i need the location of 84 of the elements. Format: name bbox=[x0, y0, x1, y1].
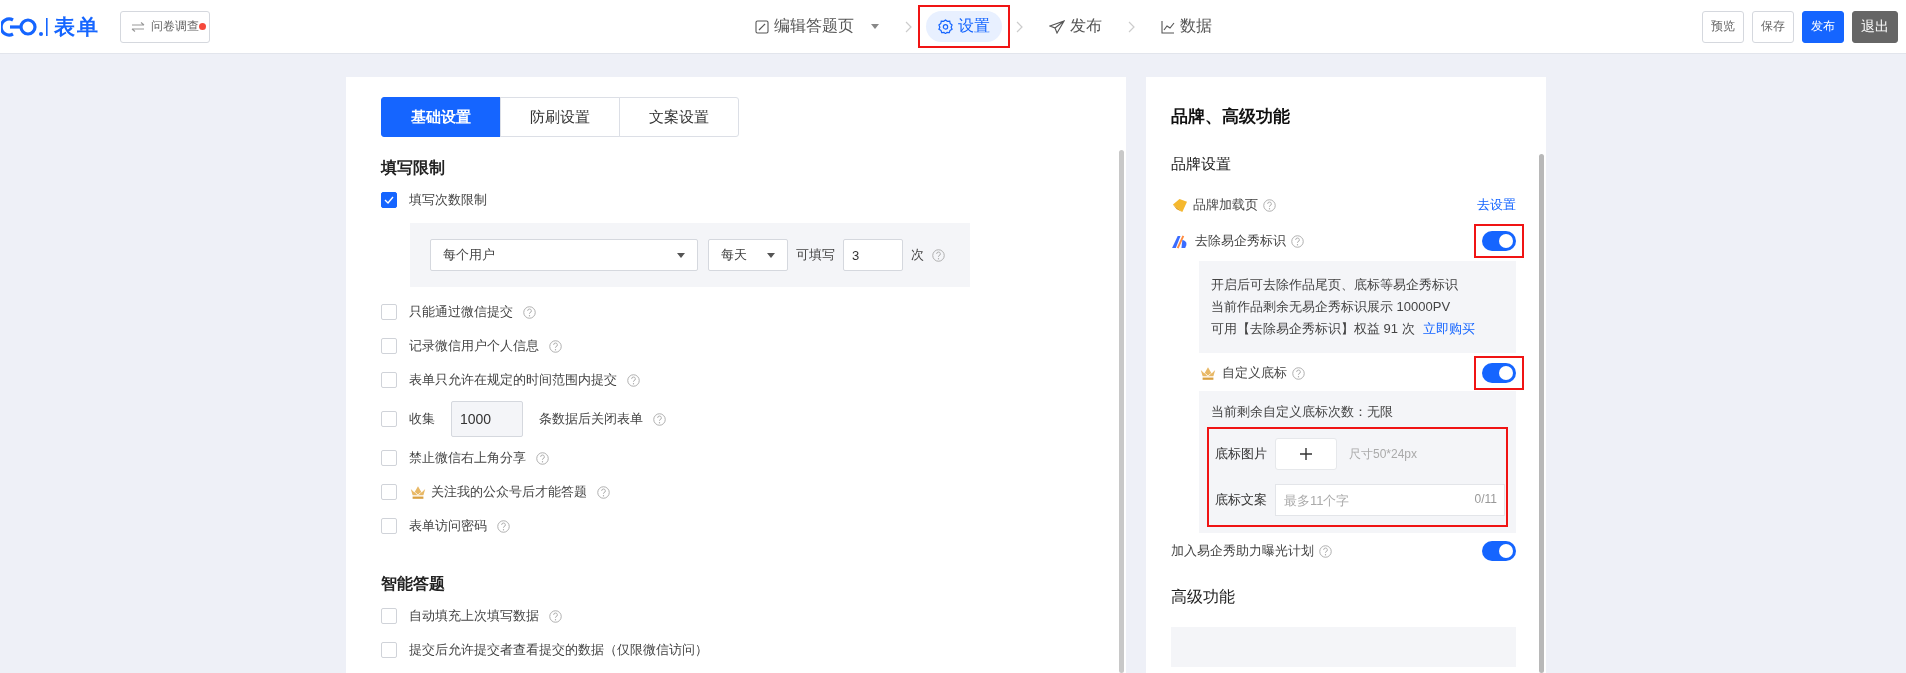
caret-icon bbox=[767, 252, 775, 258]
help-icon[interactable] bbox=[597, 485, 610, 499]
section-title: 高级功能 bbox=[1171, 587, 1236, 607]
option-label: 去除易企秀标识 bbox=[1195, 232, 1286, 250]
paper-plane-icon bbox=[1049, 19, 1065, 34]
logo-icon bbox=[1, 15, 49, 38]
option-label: 提交后允许提交者查看提交的数据（仅限微信访问） bbox=[409, 641, 708, 659]
section-title: 品牌设置 bbox=[1171, 155, 1232, 174]
option-label: 收集 bbox=[409, 410, 435, 428]
toggle-switch[interactable] bbox=[1482, 541, 1516, 561]
chevron-right-icon bbox=[1128, 20, 1135, 33]
help-icon[interactable] bbox=[1319, 544, 1332, 558]
help-icon[interactable] bbox=[1263, 198, 1276, 212]
help-icon[interactable] bbox=[1291, 234, 1304, 248]
checkbox[interactable] bbox=[381, 192, 397, 208]
help-icon[interactable] bbox=[497, 519, 510, 533]
settings-icon bbox=[938, 19, 953, 34]
option-label: 记录微信用户个人信息 bbox=[409, 337, 539, 355]
buy-now-link[interactable]: 立即购买 bbox=[1422, 318, 1475, 340]
scrollbar[interactable] bbox=[1119, 150, 1124, 673]
settings-tab[interactable]: 防刷设置 bbox=[500, 97, 620, 137]
option-label: 自动填充上次填写数据 bbox=[409, 607, 539, 625]
step-tab[interactable]: 设置 bbox=[926, 11, 1002, 42]
settings-tab[interactable]: 文案设置 bbox=[619, 97, 739, 137]
settings-tab[interactable]: 基础设置 bbox=[381, 97, 501, 137]
option-label: 禁止微信右上角分享 bbox=[409, 449, 526, 467]
panel-title: 品牌、高级功能 bbox=[1171, 106, 1291, 128]
upload-button[interactable] bbox=[1275, 438, 1337, 470]
line-chart-icon bbox=[1161, 19, 1175, 34]
check-icon bbox=[384, 196, 394, 204]
header-button[interactable]: 发布 bbox=[1802, 10, 1844, 43]
plus-icon bbox=[1300, 448, 1312, 460]
crown-icon bbox=[1199, 365, 1217, 381]
toggle-switch[interactable] bbox=[1482, 363, 1516, 383]
info-text: 开启后可去除作品尾页、底标等易企秀标识 bbox=[1211, 276, 1458, 294]
step-tab[interactable]: 数据 bbox=[1149, 11, 1224, 42]
help-icon[interactable] bbox=[549, 339, 562, 353]
chevron-right-icon bbox=[1016, 20, 1023, 33]
section-title: 填写限制 bbox=[381, 158, 446, 178]
edit-icon bbox=[755, 19, 769, 34]
help-icon[interactable] bbox=[536, 451, 549, 465]
field-label: 底标文案 bbox=[1215, 491, 1267, 509]
count-input[interactable]: 3 bbox=[843, 239, 903, 271]
option-label: 自定义底标 bbox=[1222, 364, 1287, 382]
collect-count-input[interactable]: 1000 bbox=[451, 401, 523, 437]
toggle-switch[interactable] bbox=[1482, 231, 1516, 251]
option-label: 条数据后关闭表单 bbox=[539, 410, 643, 428]
help-icon[interactable] bbox=[523, 305, 536, 319]
unit-label: 次 bbox=[911, 246, 924, 264]
header-button[interactable]: 保存 bbox=[1752, 10, 1794, 43]
chevron-right-icon bbox=[905, 20, 912, 33]
size-hint: 尺寸50*24px bbox=[1349, 445, 1418, 463]
character-counter: 0/11 bbox=[1474, 492, 1497, 506]
option-label: 表单访问密码 bbox=[409, 517, 487, 535]
help-icon[interactable] bbox=[1292, 366, 1305, 380]
help-icon[interactable] bbox=[549, 609, 562, 623]
go-settings-link[interactable]: 去设置 bbox=[1477, 196, 1516, 214]
user-select[interactable]: 每个用户 bbox=[430, 239, 698, 271]
step-tab[interactable]: 编辑答题页 bbox=[743, 11, 891, 42]
option-label: 品牌加载页 bbox=[1193, 196, 1258, 214]
scrollbar[interactable] bbox=[1539, 154, 1544, 673]
header-button[interactable]: 退出 bbox=[1852, 10, 1898, 43]
swap-icon bbox=[131, 21, 145, 32]
logo-text: 表单 bbox=[54, 13, 100, 40]
survey-type-button[interactable]: 问卷调查 bbox=[120, 10, 210, 43]
info-text: 可用【去除易企秀标识】权益 91 次 bbox=[1211, 320, 1415, 338]
caret-icon bbox=[677, 252, 685, 258]
gem-icon bbox=[1171, 197, 1188, 213]
step-tab[interactable]: 发布 bbox=[1037, 11, 1114, 42]
help-icon[interactable] bbox=[653, 412, 666, 426]
info-text: 当前作品剩余无易企秀标识展示 10000PV bbox=[1211, 298, 1451, 316]
section-title: 智能答题 bbox=[381, 574, 446, 594]
help-icon[interactable] bbox=[932, 248, 945, 262]
field-label: 底标图片 bbox=[1215, 445, 1267, 463]
header-button[interactable]: 预览 bbox=[1702, 10, 1744, 43]
option-label: 表单只允许在规定的时间范围内提交 bbox=[409, 371, 617, 389]
info-text: 当前剩余自定义底标次数：无限 bbox=[1211, 403, 1394, 421]
option-label: 填写次数限制 bbox=[409, 191, 487, 209]
option-label: 只能通过微信提交 bbox=[409, 303, 513, 321]
option-label: 关注我的公众号后才能答题 bbox=[431, 483, 587, 501]
period-select[interactable]: 每天 bbox=[708, 239, 788, 271]
help-icon[interactable] bbox=[627, 373, 640, 387]
option-label: 加入易企秀助力曝光计划 bbox=[1171, 542, 1314, 560]
count-label: 可填写 bbox=[796, 246, 835, 264]
